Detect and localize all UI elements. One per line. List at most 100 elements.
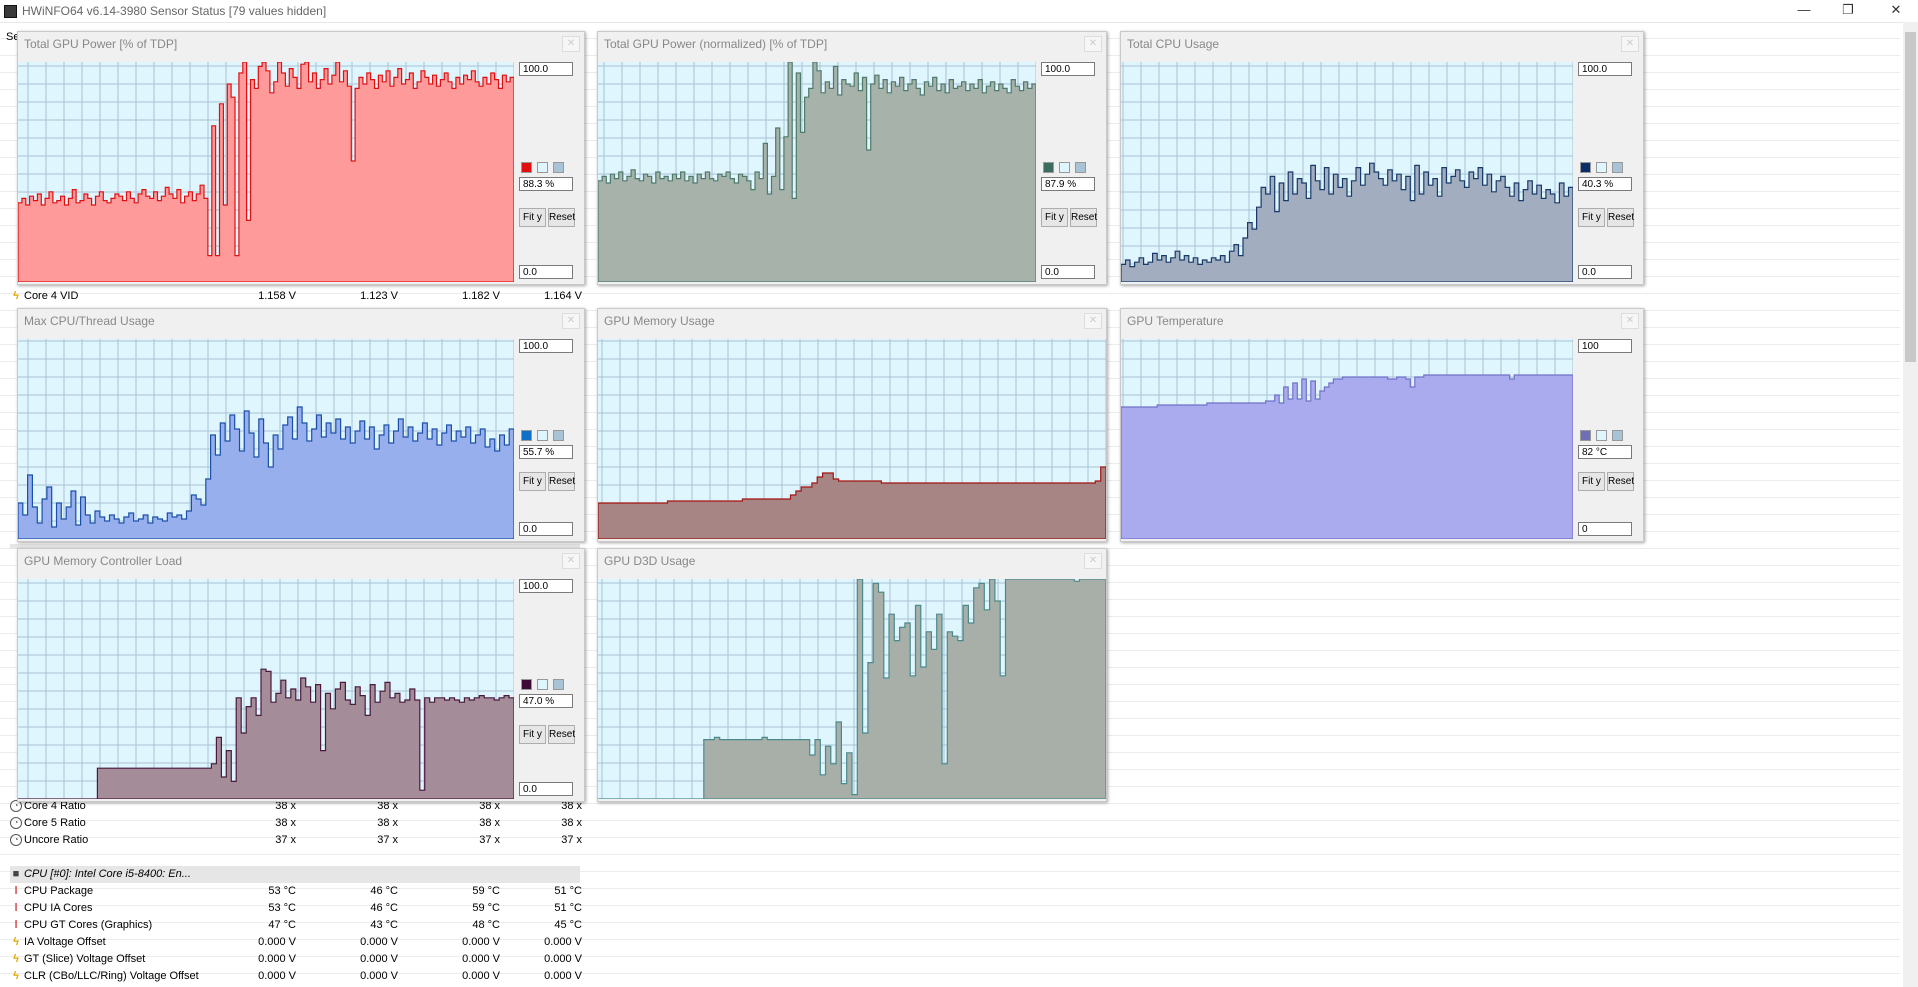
sensor-row[interactable]: ǀ CPU Package 53 °C 46 °C 59 °C 51 °C [10,883,582,900]
reset-button[interactable]: Reset [548,208,575,227]
y-min-input[interactable]: 0.0 [519,522,573,536]
current-value: 53 °C [268,885,296,897]
graph-close-icon[interactable]: ✕ [562,313,580,329]
graph-plot [18,339,514,539]
current-value: 0.000 V [258,953,296,965]
background-color-swatch[interactable] [1596,430,1607,441]
grid-color-swatch[interactable] [553,430,564,441]
y-min-input[interactable]: 0.0 [519,782,573,796]
sensor-row[interactable]: ■ CPU [#0]: Intel Core i5-8400: En... [10,866,580,883]
graph-window[interactable]: GPU D3D Usage ✕ [597,548,1107,802]
background-color-swatch[interactable] [537,679,548,690]
sensor-row[interactable]: ǀ CPU GT Cores (Graphics) 47 °C 43 °C 48 °C 4… [10,917,582,934]
avg-value: 0.000 V [544,936,582,948]
graph-title: Total GPU Power (normalized) [% of TDP] [604,37,828,51]
graph-title: GPU Temperature [1127,314,1224,328]
close-button[interactable]: ✕ [1874,0,1918,22]
avg-value: 0.000 V [544,970,582,982]
y-max-input[interactable]: 100.0 [519,339,573,353]
graph-close-icon[interactable]: ✕ [1084,313,1102,329]
fit-y-button[interactable]: Fit y [519,725,546,744]
reset-button[interactable]: Reset [1607,208,1634,227]
max-value: 0.000 V [462,936,500,948]
reset-button[interactable]: Reset [1607,472,1634,491]
graph-plot [1121,339,1573,539]
background-color-swatch[interactable] [537,162,548,173]
y-max-input[interactable]: 100.0 [519,62,573,76]
maximize-button[interactable]: ❐ [1826,0,1870,22]
fit-y-button[interactable]: Fit y [1578,472,1605,491]
graph-close-icon[interactable]: ✕ [1084,553,1102,569]
graph-window[interactable]: GPU Temperature ✕ 100 82 °C Fit y Reset 0 [1120,308,1644,542]
sensor-row[interactable]: ǀ CPU IA Cores 53 °C 46 °C 59 °C 51 °C [10,900,582,917]
graph-window[interactable]: Max CPU/Thread Usage ✕ 100.0 55.7 % Fit y Res… [17,308,585,542]
sensor-label: CLR (CBo/LLC/Ring) Voltage Offset [24,970,199,982]
current-value-display: 88.3 % [519,177,573,191]
grid-color-swatch[interactable] [1075,162,1086,173]
background-color-swatch[interactable] [1059,162,1070,173]
y-min-input[interactable]: 0 [1578,522,1632,536]
background-color-swatch[interactable] [537,430,548,441]
graph-title: Total CPU Usage [1127,37,1220,51]
graph-window[interactable]: Total GPU Power [% of TDP] ✕ 100.0 88.3 % Fi… [17,31,585,285]
grid-color-swatch[interactable] [553,679,564,690]
reset-button[interactable]: Reset [1070,208,1097,227]
fit-y-button[interactable]: Fit y [519,208,546,227]
sensor-row[interactable]: ϟ Core 4 VID 1.158 V 1.123 V 1.182 V 1.164 V [10,288,582,305]
series-color-swatch[interactable] [1580,162,1591,173]
y-min-input[interactable]: 0.0 [1578,265,1632,279]
y-max-input[interactable]: 100 [1578,339,1632,353]
fit-y-button[interactable]: Fit y [1578,208,1605,227]
graph-close-icon[interactable]: ✕ [1621,36,1639,52]
series-color-swatch[interactable] [521,162,532,173]
graph-window[interactable]: Total GPU Power (normalized) [% of TDP] ✕… [597,31,1107,285]
max-value: 0.000 V [462,953,500,965]
y-min-input[interactable]: 0.0 [1041,265,1095,279]
series-color-swatch[interactable] [521,430,532,441]
reset-button[interactable]: Reset [548,725,575,744]
graph-close-icon[interactable]: ✕ [1084,36,1102,52]
grid-color-swatch[interactable] [1612,430,1623,441]
graph-window[interactable]: GPU Memory Controller Load ✕ 100.0 47.0 % Fi… [17,548,585,802]
avg-value: 0.000 V [544,953,582,965]
graph-window[interactable]: GPU Memory Usage ✕ [597,308,1107,542]
fit-y-button[interactable]: Fit y [519,472,546,491]
y-min-input[interactable]: 0.0 [519,265,573,279]
graph-title: GPU D3D Usage [604,554,696,568]
current-value: 0.000 V [258,936,296,948]
sensor-row[interactable]: ϟ CLR (CBo/LLC/Ring) Voltage Offset 0.000 … [10,968,582,985]
fit-y-button[interactable]: Fit y [1041,208,1068,227]
y-max-input[interactable]: 100.0 [1041,62,1095,76]
series-color-swatch[interactable] [1043,162,1054,173]
scroll-thumb[interactable] [1905,32,1916,362]
minimize-button[interactable]: — [1782,0,1826,22]
graph-plot [598,62,1036,282]
current-value: 47 °C [268,919,296,931]
graph-window[interactable]: Total CPU Usage ✕ 100.0 40.3 % Fit y Reset 0.0 [1120,31,1644,285]
y-max-input[interactable]: 100.0 [1578,62,1632,76]
background-color-swatch[interactable] [1596,162,1607,173]
window-title: HWiNFO64 v6.14-3980 Sensor Status [79 va… [22,4,327,18]
avg-value: 38 x [561,817,582,829]
sensor-label: GT (Slice) Voltage Offset [24,953,146,965]
sensor-row[interactable]: ◔ Uncore Ratio 37 x 37 x 37 x 37 x [10,832,582,849]
y-max-input[interactable]: 100.0 [519,579,573,593]
min-value: 43 °C [370,919,398,931]
graph-close-icon[interactable]: ✕ [1621,313,1639,329]
avg-value: 37 x [561,834,582,846]
reset-button[interactable]: Reset [548,472,575,491]
grid-color-swatch[interactable] [553,162,564,173]
sensor-row[interactable]: ◔ Core 5 Ratio 38 x 38 x 38 x 38 x [10,815,582,832]
sensor-label: Core 5 Ratio [24,817,86,829]
series-color-swatch[interactable] [521,679,532,690]
grid-color-swatch[interactable] [1612,162,1623,173]
vertical-scrollbar[interactable] [1903,22,1918,987]
clock-icon: ◔ [10,817,22,829]
bolt-icon: ϟ [13,953,19,965]
graph-side-panel: 100.0 47.0 % Fit y Reset 0.0 [517,579,575,799]
series-color-swatch[interactable] [1580,430,1591,441]
graph-close-icon[interactable]: ✕ [562,36,580,52]
sensor-row[interactable]: ϟ IA Voltage Offset 0.000 V 0.000 V 0.000 V 0… [10,934,582,951]
graph-close-icon[interactable]: ✕ [562,553,580,569]
sensor-row[interactable]: ϟ GT (Slice) Voltage Offset 0.000 V 0.000 V… [10,951,582,968]
